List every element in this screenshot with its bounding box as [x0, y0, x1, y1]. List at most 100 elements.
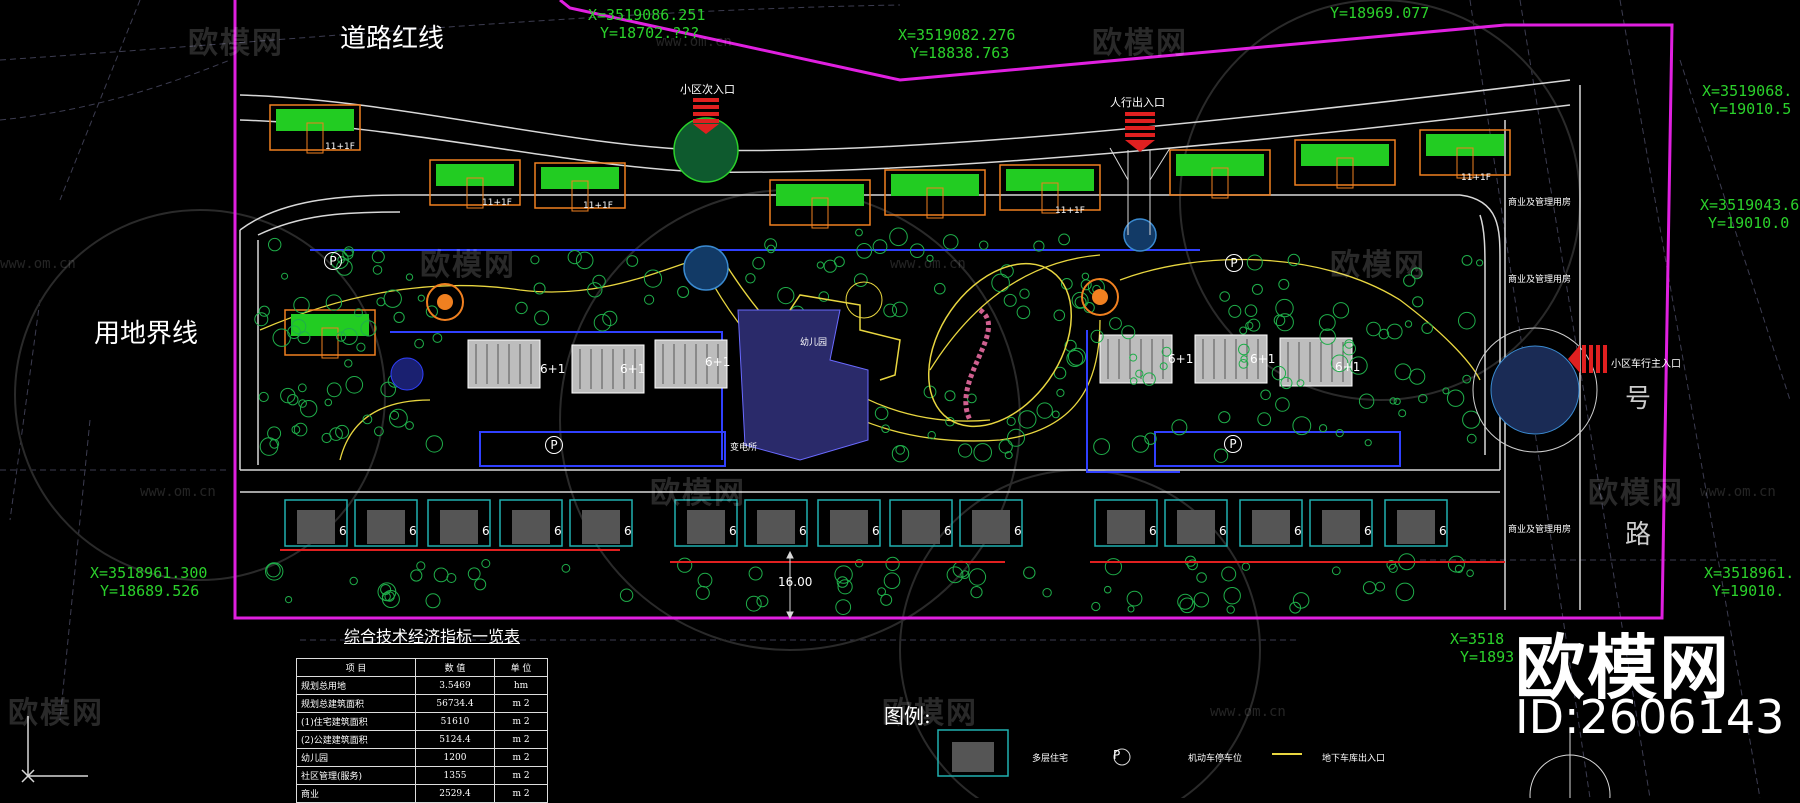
table-cell: 规划总用地	[296, 676, 416, 695]
tree	[1126, 590, 1143, 607]
block-number: 6	[339, 524, 347, 538]
tree	[372, 265, 383, 275]
tree	[853, 273, 868, 288]
floor-mark-2: 11+1F	[482, 198, 512, 208]
tree	[895, 445, 906, 455]
watermark-url: www.om.cn	[890, 256, 966, 272]
table-cell: 商业	[296, 784, 416, 803]
tree	[1058, 233, 1070, 246]
block-mark-6: 6+1	[1335, 360, 1361, 374]
watermark-brand: 欧模网	[420, 248, 516, 283]
tree	[1461, 255, 1473, 266]
high-rise-building	[1419, 129, 1511, 179]
table-cell: 3.5469	[415, 676, 495, 695]
floor-mark-5: 11+1F	[1461, 173, 1491, 183]
watermark-brand: 欧模网	[188, 26, 284, 61]
tree	[1362, 581, 1377, 595]
tree	[1332, 302, 1350, 319]
tree	[1386, 323, 1403, 340]
tree	[644, 294, 655, 305]
tree	[254, 312, 269, 327]
tree	[1394, 363, 1412, 381]
watermark-brand: 欧模网	[882, 696, 978, 731]
tree	[626, 255, 639, 267]
tree	[1246, 254, 1263, 271]
block-number: 6	[799, 524, 807, 538]
building-roof	[436, 164, 514, 186]
entrance-pedestrian-label: 人行出入口	[1110, 96, 1165, 109]
building-roof	[891, 174, 979, 196]
table-cell: (2)公建建筑面积	[296, 730, 416, 749]
road-name-lu: 路	[1625, 520, 1652, 550]
tree	[561, 563, 571, 573]
table-cell: m 2	[494, 748, 548, 767]
bottom-row-block: 6	[1094, 499, 1158, 547]
tree	[259, 437, 279, 456]
tree	[530, 255, 540, 265]
block-roof	[1252, 510, 1290, 544]
tree	[944, 390, 956, 402]
legend-item-residential: 多层住宅	[1032, 754, 1069, 764]
tree	[643, 269, 663, 288]
block-roof	[582, 510, 620, 544]
tree	[414, 338, 425, 349]
tree	[349, 576, 358, 586]
block-roof	[512, 510, 550, 544]
watermark-url: www.om.cn	[1700, 484, 1776, 500]
tree	[834, 256, 845, 268]
high-rise-building	[769, 179, 871, 229]
parking-symbol: P	[324, 252, 342, 270]
watermark-brand: 欧模网	[1588, 476, 1684, 511]
tree	[1257, 412, 1272, 427]
entrance-east-label: 小区车行主入口	[1611, 359, 1681, 370]
table-cell: 2529.4	[415, 784, 495, 803]
bottom-row-block: 6	[1309, 499, 1373, 547]
floor-mark-3: 11+1F	[583, 201, 613, 211]
tree	[433, 567, 449, 583]
tree	[979, 240, 989, 250]
tree	[481, 559, 491, 568]
watermark-brand: 欧模网	[1330, 248, 1426, 283]
tree	[297, 383, 307, 393]
tree	[321, 432, 332, 444]
tree	[1275, 397, 1290, 412]
tree	[745, 273, 756, 284]
tree	[1409, 368, 1426, 385]
tree	[855, 228, 863, 237]
tree	[752, 256, 765, 270]
tree	[416, 561, 426, 571]
tree	[1081, 272, 1090, 280]
tree	[356, 342, 366, 352]
tree	[1213, 448, 1229, 463]
floor-mark-1: 11+1F	[325, 142, 355, 152]
table-header-row: 项 目 数 值 单 位	[296, 658, 548, 677]
tree	[968, 568, 987, 586]
tree	[934, 282, 946, 295]
tree	[697, 572, 713, 588]
tree	[958, 443, 973, 458]
tree	[1053, 309, 1066, 322]
bottom-row-block: 6	[427, 499, 491, 547]
coord-5: X=3519043.6 Y=19010.0	[1700, 196, 1800, 232]
tree	[381, 590, 400, 608]
building-roof	[276, 109, 354, 131]
tree	[417, 294, 425, 302]
table-cell: (1)住宅建筑面积	[296, 712, 416, 731]
tree	[942, 234, 959, 250]
tree	[1218, 411, 1231, 424]
tree	[1221, 566, 1237, 582]
block-number: 6	[872, 524, 880, 538]
tree	[1051, 410, 1060, 419]
tree	[619, 588, 634, 602]
tree	[883, 303, 898, 318]
tree	[1131, 435, 1150, 453]
tree	[405, 273, 414, 281]
tree	[383, 289, 402, 308]
table-cell: m 2	[494, 694, 548, 713]
high-rise-building	[1294, 139, 1396, 189]
commercial-label-2: 商业及管理用房	[1508, 275, 1572, 285]
dimension-label: 16.00	[778, 575, 813, 589]
bottom-row-block: 6	[817, 499, 881, 547]
parking-symbol: P	[545, 436, 563, 454]
parking-symbol: P	[1224, 435, 1242, 453]
